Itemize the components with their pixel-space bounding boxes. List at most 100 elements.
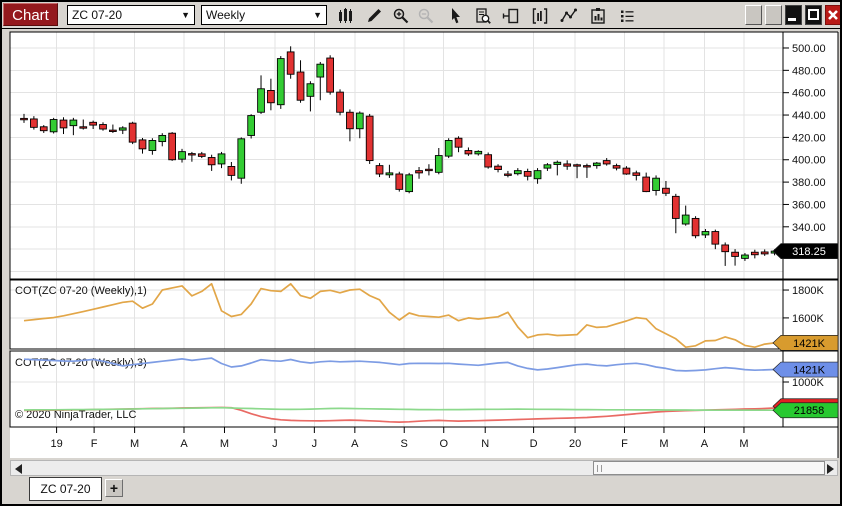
x-axis-label: F — [91, 438, 98, 450]
candle-body — [337, 92, 344, 112]
chart-area[interactable]: COT(ZC 07-20 (Weekly),1) COT(ZC 07-20 (We… — [2, 2, 842, 460]
chart-style-icon[interactable] — [333, 5, 357, 26]
candle-body — [682, 215, 689, 224]
x-axis-label: M — [739, 438, 748, 450]
candle-body — [198, 154, 205, 157]
indicators-icon[interactable] — [528, 5, 552, 26]
candle-body — [30, 119, 37, 127]
cot3-blue-marker-label: 1421K — [793, 365, 825, 377]
candle-body — [485, 155, 492, 167]
x-axis-label: M — [220, 438, 229, 450]
candle-body — [277, 59, 284, 105]
chevron-down-icon: ▼ — [313, 10, 322, 20]
candle-body — [751, 252, 758, 255]
line-tools-icon[interactable] — [557, 5, 581, 26]
thumb-grip-icon — [597, 465, 602, 472]
candle-body — [534, 171, 541, 179]
candle-body — [356, 113, 363, 129]
blank-window-button — [765, 5, 782, 25]
candle-body — [445, 140, 452, 156]
window-title: Chart — [3, 3, 58, 26]
cot1-axis-label: 1600K — [792, 313, 824, 325]
x-axis-label: A — [180, 438, 188, 450]
candle-body — [248, 116, 255, 136]
candle-body — [268, 90, 275, 102]
scroll-left-icon[interactable] — [15, 464, 22, 474]
candle-body — [672, 196, 679, 218]
candle-body — [139, 140, 146, 149]
candle-body — [317, 64, 324, 77]
price-axis-label: 480.00 — [792, 65, 826, 77]
candle-body — [366, 116, 373, 160]
cot3-axis-label: 1000K — [792, 377, 824, 389]
tab-zc-07-20[interactable]: ZC 07-20 — [29, 477, 102, 501]
x-axis-label: M — [659, 438, 668, 450]
cot1-axis-label: 1800K — [792, 285, 824, 297]
candle-body — [663, 188, 670, 193]
chart-window: Chart ZC 07-20 ▼ Weekly ▼ — [0, 0, 842, 506]
horizontal-scrollbar[interactable] — [10, 460, 838, 476]
price-axis-label: 400.00 — [792, 155, 826, 167]
cot1-panel-label: COT(ZC 07-20 (Weekly),1) — [15, 285, 147, 297]
candle-body — [60, 120, 67, 128]
cot3-panel-label: COT(ZC 07-20 (Weekly),3) — [15, 357, 147, 369]
candle-body — [554, 162, 561, 164]
candle-body — [149, 140, 156, 150]
x-axis-label: O — [439, 438, 448, 450]
candle-body — [514, 171, 521, 174]
period-dropdown-value: Weekly — [206, 8, 309, 22]
candle-body — [633, 173, 640, 176]
candle-body — [129, 123, 136, 142]
close-button[interactable] — [825, 5, 842, 25]
last-price-marker-label: 318.25 — [792, 246, 826, 258]
candle-body — [119, 128, 126, 130]
tab-bar: ZC 07-20 + — [2, 476, 840, 504]
minimize-button[interactable] — [785, 5, 802, 25]
candle-body — [287, 52, 294, 74]
candle-body — [169, 133, 176, 160]
data-box-icon[interactable] — [471, 5, 495, 26]
price-axis-label: 340.00 — [792, 222, 826, 234]
x-axis-label: 19 — [50, 438, 62, 450]
add-tab-button[interactable]: + — [105, 479, 123, 497]
candle-body — [653, 178, 660, 190]
price-axis-label: 420.00 — [792, 132, 826, 144]
candle-body — [347, 112, 354, 128]
instrument-list-icon[interactable] — [615, 5, 639, 26]
candle-body — [406, 175, 413, 192]
draw-pencil-icon[interactable] — [362, 5, 386, 26]
candle-body — [564, 164, 571, 166]
candle-body — [188, 154, 195, 155]
cursor-icon[interactable] — [444, 5, 468, 26]
period-dropdown[interactable]: Weekly ▼ — [201, 5, 327, 25]
cot3-green-marker-label: 21858 — [794, 405, 825, 417]
candle-body — [297, 72, 304, 100]
x-axis-label: A — [701, 438, 709, 450]
maximize-button[interactable] — [805, 5, 822, 25]
zoom-in-icon[interactable] — [389, 5, 413, 26]
instrument-dropdown[interactable]: ZC 07-20 ▼ — [67, 5, 195, 25]
candle-body — [702, 232, 709, 235]
candle-body — [742, 255, 749, 258]
chart-trader-icon[interactable] — [499, 5, 523, 26]
x-axis-label: J — [272, 438, 278, 450]
candle-body — [159, 135, 166, 141]
candle-body — [386, 173, 393, 175]
candle-body — [70, 120, 77, 126]
scroll-right-icon[interactable] — [827, 464, 834, 474]
candle-body — [376, 166, 383, 174]
candle-body — [396, 174, 403, 189]
candle-body — [307, 84, 314, 97]
candle-body — [623, 168, 630, 174]
candle-body — [327, 58, 334, 92]
candle-body — [593, 163, 600, 166]
properties-icon[interactable] — [586, 5, 610, 26]
x-axis-label: M — [130, 438, 139, 450]
x-axis-label: 20 — [569, 438, 581, 450]
candle-body — [90, 122, 97, 125]
candle-body — [692, 218, 699, 235]
candle-body — [524, 171, 531, 176]
candle-body — [258, 89, 265, 112]
candle-body — [80, 127, 87, 128]
scrollbar-thumb[interactable] — [593, 461, 825, 475]
